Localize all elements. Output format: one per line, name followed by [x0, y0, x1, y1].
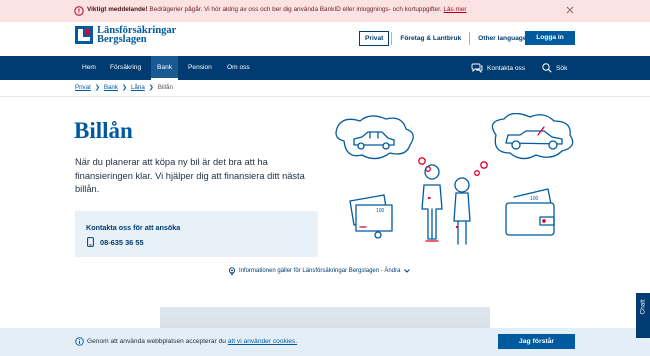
segment-divider [469, 32, 471, 45]
breadcrumb: Privat ❯ Bank ❯ Låna ❯ Billån [75, 84, 173, 91]
nav-item-bank[interactable]: Bank [151, 56, 179, 80]
region-info-link[interactable]: Informationen gäller för Länsförsäkringa… [228, 267, 414, 275]
brand-line-2: Bergslagen [97, 34, 147, 45]
person-man-figure [421, 164, 443, 240]
page-title: Billån [74, 118, 133, 143]
alert-banner: Viktigt meddelande! Bedrägerier pågår. V… [0, 0, 650, 22]
nav-search-button[interactable]: Sök [542, 56, 567, 80]
nav-contact-button[interactable]: Kontakta oss [471, 56, 525, 80]
cookie-text: Genom att använda webbplatsen accepterar… [87, 338, 297, 345]
breadcrumb-divider [0, 96, 650, 97]
cookie-banner: Genom att använda webbplatsen accepterar… [0, 328, 650, 356]
alert-icon [74, 6, 84, 16]
contact-heading: Kontakta oss för att ansöka [86, 223, 181, 232]
cookie-message: Genom att använda webbplatsen accepterar… [87, 338, 228, 345]
info-icon [75, 337, 84, 346]
segment-switcher: Privat Företag & Lantbruk Other language… [359, 31, 536, 46]
chevron-right-icon: ❯ [148, 85, 154, 91]
banknotes-icon: 100 [349, 194, 393, 239]
segment-private-button[interactable]: Privat [359, 31, 390, 46]
chat-bubbles-icon [471, 63, 483, 73]
breadcrumb-loans-link[interactable]: Låna [131, 84, 145, 91]
breadcrumb-private-link[interactable]: Privat [75, 84, 91, 91]
page-intro: När du planerar att köpa ny bil är det b… [75, 157, 305, 194]
vintage-car-icon [505, 126, 563, 150]
chevron-right-icon: ❯ [121, 85, 127, 91]
logo-mark-icon [75, 26, 93, 44]
region-info-text: Informationen gäller för Länsförsäkringa… [239, 268, 401, 274]
site-header: Länsförsäkringar Bergslagen Privat Föret… [0, 22, 650, 56]
segment-business-button[interactable]: Företag & Lantbruk [394, 31, 467, 46]
search-icon [542, 63, 552, 73]
breadcrumb-current: Billån [157, 84, 173, 91]
thought-cloud-left [335, 115, 414, 160]
svg-text:100: 100 [376, 208, 385, 214]
brand-name: Länsförsäkringar Bergslagen [97, 25, 176, 45]
nav-contact-label: Kontakta oss [487, 64, 526, 72]
location-pin-icon [228, 267, 236, 275]
svg-text:100: 100 [530, 196, 539, 202]
person-woman-figure [453, 177, 471, 245]
car-icon [353, 131, 395, 150]
alert-read-more-link[interactable]: Läs mer [443, 6, 466, 13]
cookie-accept-button[interactable]: Jag förstår [498, 334, 575, 349]
chevron-down-icon [404, 269, 411, 273]
nav-item-about[interactable]: Om oss [227, 56, 250, 80]
chat-tab-button[interactable]: Chatt [636, 293, 650, 338]
login-button[interactable]: Logga in [525, 31, 575, 45]
wallet-icon: 100 [505, 188, 555, 236]
contact-phone-link[interactable]: 08-635 36 55 [100, 238, 144, 247]
alert-message: Bedrägerier pågår. Vi hör aldrig av oss … [147, 6, 442, 13]
thought-cloud-right [491, 113, 574, 160]
main-nav: Hem Försäkring Bank Pension Om oss Konta… [0, 56, 650, 80]
nav-search-label: Sök [556, 64, 568, 72]
chevron-right-icon: ❯ [94, 85, 100, 91]
nav-item-insurance[interactable]: Försäkring [110, 56, 141, 80]
alert-title: Viktigt meddelande! [87, 6, 148, 13]
phone-icon [87, 237, 94, 247]
nav-item-pension[interactable]: Pension [188, 56, 212, 80]
breadcrumb-bank-link[interactable]: Bank [104, 84, 118, 91]
cookie-policy-link[interactable]: att vi använder cookies. [228, 338, 297, 345]
brand-logo[interactable]: Länsförsäkringar Bergslagen [75, 25, 176, 45]
alert-text: Viktigt meddelande! Bedrägerier pågår. V… [87, 6, 467, 13]
nav-item-home[interactable]: Hem [82, 56, 96, 80]
chat-tab-label: Chatt [639, 299, 647, 315]
segment-divider [391, 32, 393, 45]
loan-illustration: 100 100 [335, 113, 574, 245]
close-icon[interactable] [564, 4, 576, 16]
contact-box: Kontakta oss för att ansöka 08-635 36 55 [75, 211, 318, 257]
